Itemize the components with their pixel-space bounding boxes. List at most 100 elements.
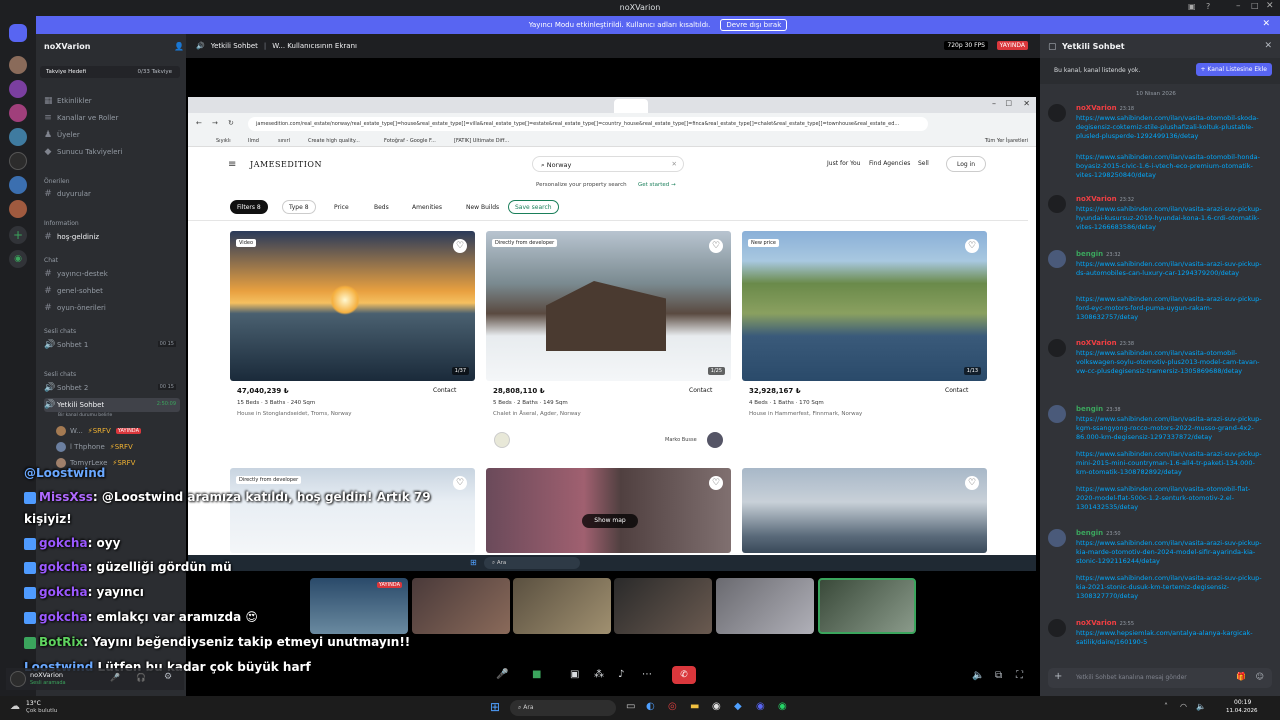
- site-logo[interactable]: JAMESEDITION: [250, 160, 322, 169]
- category-featured[interactable]: Önerilen: [44, 178, 70, 185]
- opera-icon[interactable]: ◎: [668, 701, 677, 712]
- server-icon[interactable]: [9, 56, 27, 74]
- screen-share-icon[interactable]: ▣: [570, 669, 579, 680]
- chrome-icon[interactable]: ◉: [712, 701, 721, 712]
- save-search-button[interactable]: Save search: [508, 200, 559, 214]
- beds-filter[interactable]: Beds: [368, 200, 395, 214]
- maximize-icon[interactable]: □: [1005, 99, 1012, 107]
- message-author[interactable]: noXVarion 23:55: [1076, 619, 1134, 627]
- favorite-heart-icon[interactable]: ♡: [965, 239, 979, 253]
- message-author[interactable]: noXVarion 23:38: [1076, 339, 1134, 347]
- avatar[interactable]: [1048, 250, 1066, 268]
- sell-menu[interactable]: Sell: [918, 160, 929, 167]
- favorite-heart-icon[interactable]: ♡: [965, 476, 979, 490]
- avatar[interactable]: [1048, 619, 1066, 637]
- listing-image[interactable]: ♡ Show map: [486, 468, 731, 553]
- whatsapp-icon[interactable]: ◉: [778, 701, 787, 712]
- message-link[interactable]: https://www.sahibinden.com/ilan/vasita-a…: [1076, 415, 1266, 442]
- close-chat-icon[interactable]: ✕: [1264, 41, 1272, 51]
- address-bar[interactable]: jamesedition.com/real_estate/norway/real…: [248, 117, 928, 131]
- close-icon[interactable]: ✕: [1023, 99, 1030, 108]
- listing-image[interactable]: New price ♡ 1/13: [742, 231, 987, 381]
- favorite-heart-icon[interactable]: ♡: [453, 239, 467, 253]
- settings-gear-icon[interactable]: ⚙: [164, 672, 172, 682]
- popout-icon[interactable]: ⧉: [995, 670, 1002, 681]
- boost-goal[interactable]: Takviye Hedefi 0/33 Takviye: [40, 66, 180, 78]
- message-link[interactable]: https://www.sahibinden.com/ilan/vasita-a…: [1076, 295, 1266, 322]
- wifi-icon[interactable]: ◠: [1180, 702, 1187, 711]
- volume-icon[interactable]: 🔈: [1196, 702, 1206, 711]
- video-tile-speaking[interactable]: [818, 578, 916, 634]
- help-icon[interactable]: ?: [1206, 2, 1210, 11]
- bookmark[interactable]: Create high quality...: [308, 138, 360, 144]
- weather-icon[interactable]: ☁: [10, 701, 20, 712]
- add-server-icon[interactable]: +: [9, 226, 27, 244]
- type-filter[interactable]: Type 8: [282, 200, 316, 214]
- nav-boosts[interactable]: ◆ Sunucu Takviyeleri: [44, 145, 180, 159]
- activities-icon[interactable]: ⁂: [594, 669, 604, 680]
- taskbar-search[interactable]: ⌕ Ara: [484, 557, 580, 569]
- bookmark[interactable]: [FATIK] Ultimate Diff...: [454, 138, 509, 144]
- close-icon[interactable]: ✕: [1266, 1, 1274, 11]
- message-link[interactable]: https://www.sahibinden.com/ilan/vasita-a…: [1076, 205, 1266, 232]
- listing-price[interactable]: 28,808,110 ₺: [493, 387, 545, 395]
- server-icon[interactable]: [9, 152, 27, 170]
- bookmark[interactable]: sınırl: [278, 138, 290, 144]
- category-info[interactable]: Information: [44, 220, 79, 227]
- back-icon[interactable]: ←: [196, 119, 202, 127]
- file-explorer-icon[interactable]: ▬: [690, 701, 699, 712]
- active-tab[interactable]: [614, 99, 648, 113]
- menu-icon[interactable]: ≡: [228, 159, 236, 170]
- video-tile[interactable]: [614, 578, 712, 634]
- disable-streamer-mode-button[interactable]: Devre dışı bırak: [720, 19, 788, 31]
- add-member-icon[interactable]: 👤: [174, 42, 184, 51]
- category-voice[interactable]: Sesli chats: [44, 328, 76, 335]
- video-tile[interactable]: [412, 578, 510, 634]
- forward-icon[interactable]: →: [212, 119, 218, 127]
- nav-members[interactable]: ♟ Üyeler: [44, 128, 180, 142]
- maximize-icon[interactable]: □: [1251, 1, 1259, 10]
- camera-icon[interactable]: ■: [532, 669, 541, 680]
- clock-date[interactable]: 11.04.2026: [1226, 708, 1258, 714]
- discord-icon[interactable]: ◉: [756, 701, 765, 712]
- avatar[interactable]: [1048, 195, 1066, 213]
- channel-duyurular[interactable]: # duyurular: [44, 187, 180, 201]
- contact-button[interactable]: Contact: [689, 387, 712, 394]
- avatar[interactable]: [1048, 339, 1066, 357]
- inbox-icon[interactable]: ▣: [1188, 2, 1196, 11]
- message-author[interactable]: bengin 23:32: [1076, 250, 1121, 258]
- emoji-icon[interactable]: ☺: [1256, 672, 1264, 681]
- server-icon[interactable]: [9, 80, 27, 98]
- edge-icon[interactable]: ◐: [646, 701, 655, 712]
- listing-image[interactable]: ♡: [742, 468, 987, 553]
- channel-yayinci-destek[interactable]: # yayıncı-destek: [44, 267, 180, 281]
- message-link[interactable]: https://www.sahibinden.com/ilan/vasita-o…: [1076, 153, 1266, 180]
- gift-icon[interactable]: 🎁: [1236, 672, 1246, 681]
- category-chat[interactable]: Chat: [44, 257, 58, 264]
- price-filter[interactable]: Price: [328, 200, 355, 214]
- channel-hos-geldiniz[interactable]: # hoş-geldiniz: [44, 230, 180, 244]
- minimize-icon[interactable]: –: [992, 99, 996, 108]
- taskbar-search[interactable]: ⌕ Ara: [510, 700, 616, 716]
- message-author[interactable]: bengin 23:38: [1076, 405, 1121, 413]
- message-link[interactable]: https://www.sahibinden.com/ilan/vasita-a…: [1076, 539, 1266, 566]
- show-map-button[interactable]: Show map: [582, 514, 638, 528]
- message-link[interactable]: https://www.sahibinden.com/ilan/vasita-a…: [1076, 260, 1266, 278]
- clock-time[interactable]: 00:19: [1234, 699, 1251, 706]
- message-link[interactable]: https://www.sahibinden.com/ilan/vasita-a…: [1076, 450, 1266, 477]
- contact-button[interactable]: Contact: [433, 387, 456, 394]
- filters-button[interactable]: Filters 8: [230, 200, 268, 214]
- banner-close-icon[interactable]: ✕: [1262, 19, 1270, 29]
- favorite-heart-icon[interactable]: ♡: [709, 239, 723, 253]
- avatar[interactable]: [1048, 529, 1066, 547]
- volume-icon[interactable]: 🔈: [972, 670, 984, 681]
- channel-genel-sohbet[interactable]: # genel-sohbet: [44, 284, 180, 298]
- amenities-filter[interactable]: Amenities: [406, 200, 448, 214]
- voice-channel-sohbet-2[interactable]: 🔊 Sohbet 2 00 15: [44, 381, 180, 395]
- listing-image[interactable]: Directly from developer ♡ 1/25: [486, 231, 731, 381]
- contact-button[interactable]: Contact: [945, 387, 968, 394]
- bookmark[interactable]: Sıyıklı: [216, 138, 231, 144]
- agent-name[interactable]: Marko Busse: [665, 437, 697, 443]
- nav-events[interactable]: ▦ Etkinlikler: [44, 94, 180, 108]
- message-link[interactable]: https://www.sahibinden.com/ilan/vasita-o…: [1076, 114, 1266, 141]
